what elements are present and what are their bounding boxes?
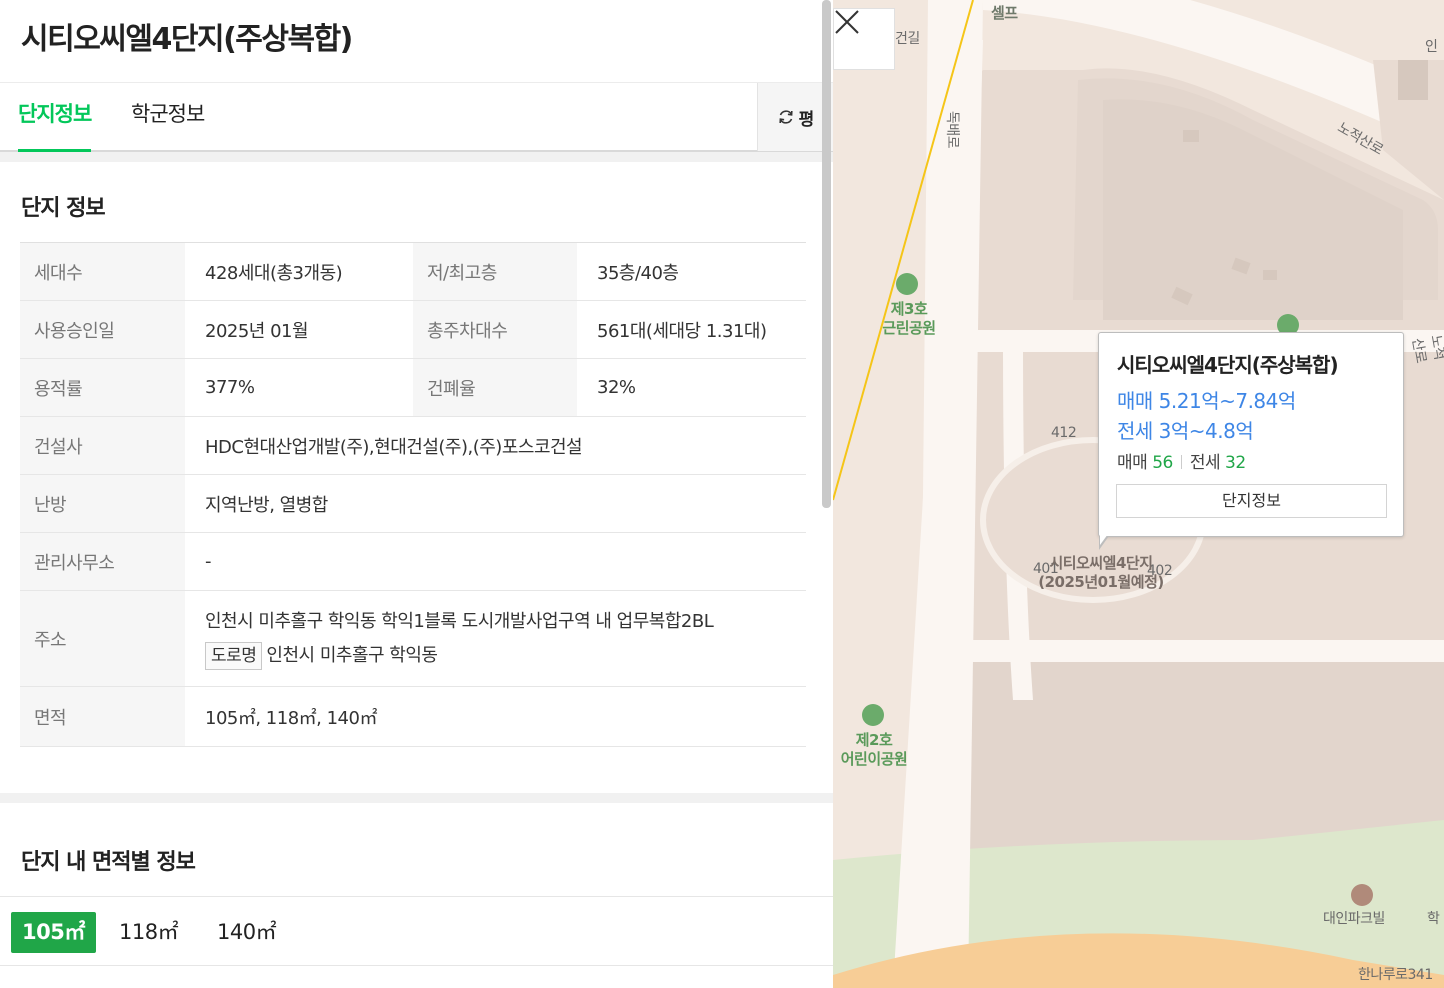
road-name-badge: 도로명 — [205, 641, 263, 670]
table-row: 용적률 377% 건폐율 32% — [20, 358, 806, 417]
popup-listing-counts: 매매 56 전세 32 — [1117, 448, 1246, 473]
address-label: 주소 — [20, 590, 185, 687]
park2-line1: 제2호 — [855, 731, 893, 749]
complex-name: 시티오씨엘4단지 — [1049, 554, 1153, 572]
table-row: 난방 지역난방, 열병합 — [20, 474, 806, 533]
map-close-button[interactable] — [833, 8, 895, 70]
floors-value: 35층/40층 — [577, 242, 806, 301]
area-info-heading: 단지 내 면적별 정보 — [21, 850, 196, 875]
builder-value: HDC현대산업개발(주),현대건설(주),(주)포스코건설 — [185, 416, 806, 475]
floors-label: 저/최고층 — [413, 242, 577, 301]
office-label: 관리사무소 — [20, 532, 185, 591]
panel-scrollbar[interactable] — [822, 0, 831, 508]
map-label-complex[interactable]: 시티오씨엘4단지 (2025년01월예정) — [1031, 554, 1171, 592]
tab-school-info[interactable]: 학군정보 — [131, 83, 205, 153]
road-address-value: 인천시 미추홀구 학익동 — [266, 644, 438, 666]
address-value: 인천시 미추홀구 학익동 학익1블록 도시개발사업구역 내 업무복합2BL — [205, 610, 714, 632]
refresh-icon — [779, 110, 793, 124]
map-label-road-hanaru: 한나루로341 — [1358, 967, 1433, 983]
complex-info-table: 세대수 428세대(총3개동) 저/최고층 35층/40층 사용승인일 2025… — [20, 242, 806, 747]
map-label-hak: 학 — [1427, 911, 1440, 927]
approval-value: 2025년 01월 — [185, 300, 413, 359]
heating-label: 난방 — [20, 474, 185, 533]
lease-count: 32 — [1225, 453, 1246, 473]
park3-line1: 제3호 — [890, 300, 928, 318]
parking-label: 총주차대수 — [413, 300, 577, 359]
popup-title: 시티오씨엘4단지(주상복합) — [1117, 353, 1339, 377]
map-label-poi: 셀프 — [991, 4, 1018, 22]
table-row: 관리사무소 - — [20, 532, 806, 591]
households-label: 세대수 — [20, 242, 185, 301]
area-value: 105㎡, 118㎡, 140㎡ — [185, 686, 806, 747]
map-label-park3: 제3호 근린공원 — [877, 300, 941, 338]
far-label: 용적률 — [20, 358, 185, 417]
builder-label: 건설사 — [20, 416, 185, 475]
popup-complex-info-button[interactable]: 단지정보 — [1116, 484, 1387, 518]
map-label-road-dongbae: 독배로 — [944, 110, 961, 149]
approval-label: 사용승인일 — [20, 300, 185, 359]
section-divider — [0, 793, 833, 803]
complex-date: (2025년01월예정) — [1038, 573, 1164, 591]
bcr-value: 32% — [577, 358, 806, 417]
area-tabs: 105㎡ 118㎡ 140㎡ — [0, 896, 833, 966]
popup-lease-price: 전세 3억~4.8억 — [1117, 419, 1254, 443]
unit-toggle-label: 평 — [798, 109, 815, 130]
table-row: 건설사 HDC현대산업개발(주),현대건설(주),(주)포스코건설 — [20, 416, 806, 475]
sale-count-label: 매매 — [1117, 453, 1148, 473]
complex-detail-panel: 시티오씨엘4단지(주상복합) 단지정보 학군정보 평 단지 정보 세대수 428… — [0, 0, 833, 988]
map-label-daein: 대인파크빌 — [1323, 911, 1385, 927]
map-label-road-in: 인 — [1425, 39, 1438, 55]
lease-count-label: 전세 — [1189, 453, 1221, 473]
divider — [1180, 455, 1182, 469]
area-tab-140[interactable]: 140㎡ — [206, 912, 287, 953]
popup-sale-price: 매매 5.21억~7.84억 — [1117, 389, 1296, 413]
popup-tail-inner — [1100, 534, 1108, 545]
area-tab-105[interactable]: 105㎡ — [11, 912, 96, 953]
close-icon — [835, 10, 859, 34]
far-value: 377% — [185, 358, 413, 417]
table-row: 주소 인천시 미추홀구 학익동 학익1블록 도시개발사업구역 내 업무복합2BL… — [20, 590, 806, 687]
bcr-label: 건폐율 — [413, 358, 577, 417]
table-row: 사용승인일 2025년 01월 총주차대수 561대(세대당 1.31대) — [20, 300, 806, 359]
park3-line2: 근린공원 — [882, 319, 936, 337]
map-view[interactable]: 셀프 건길 인 노적산로 독배로 노적산로 제3호 근린공원 제2호 어린이공원… — [833, 0, 1444, 988]
park2-line2: 어린이공원 — [840, 750, 908, 768]
table-row: 세대수 428세대(총3개동) 저/최고층 35층/40층 — [20, 242, 806, 301]
parking-value: 561대(세대당 1.31대) — [577, 300, 806, 359]
area-label: 면적 — [20, 686, 185, 747]
address-cell: 인천시 미추홀구 학익동 학익1블록 도시개발사업구역 내 업무복합2BL 도로… — [185, 590, 806, 687]
detail-tabs: 단지정보 학군정보 평 — [0, 82, 833, 152]
map-label-park2: 제2호 어린이공원 — [833, 731, 915, 769]
households-value: 428세대(총3개동) — [185, 242, 413, 301]
map-label-road-gil: 건길 — [895, 31, 920, 47]
tab-complex-info[interactable]: 단지정보 — [18, 83, 92, 152]
area-tab-118[interactable]: 118㎡ — [108, 912, 189, 953]
table-row: 면적 105㎡, 118㎡, 140㎡ — [20, 686, 806, 747]
office-value: - — [185, 532, 806, 591]
section-divider — [0, 152, 833, 162]
map-label-road-right: 노적산로 — [1408, 333, 1444, 365]
complex-info-heading: 단지 정보 — [21, 196, 106, 221]
page-title: 시티오씨엘4단지(주상복합) — [21, 22, 353, 57]
sale-count: 56 — [1152, 453, 1173, 473]
complex-popup: 시티오씨엘4단지(주상복합) 매매 5.21억~7.84억 전세 3억~4.8억… — [1098, 332, 1404, 550]
map-label-bldg-412: 412 — [1051, 425, 1077, 441]
heating-value: 지역난방, 열병합 — [185, 474, 806, 533]
road-address-line: 도로명 인천시 미추홀구 학익동 — [205, 639, 806, 673]
